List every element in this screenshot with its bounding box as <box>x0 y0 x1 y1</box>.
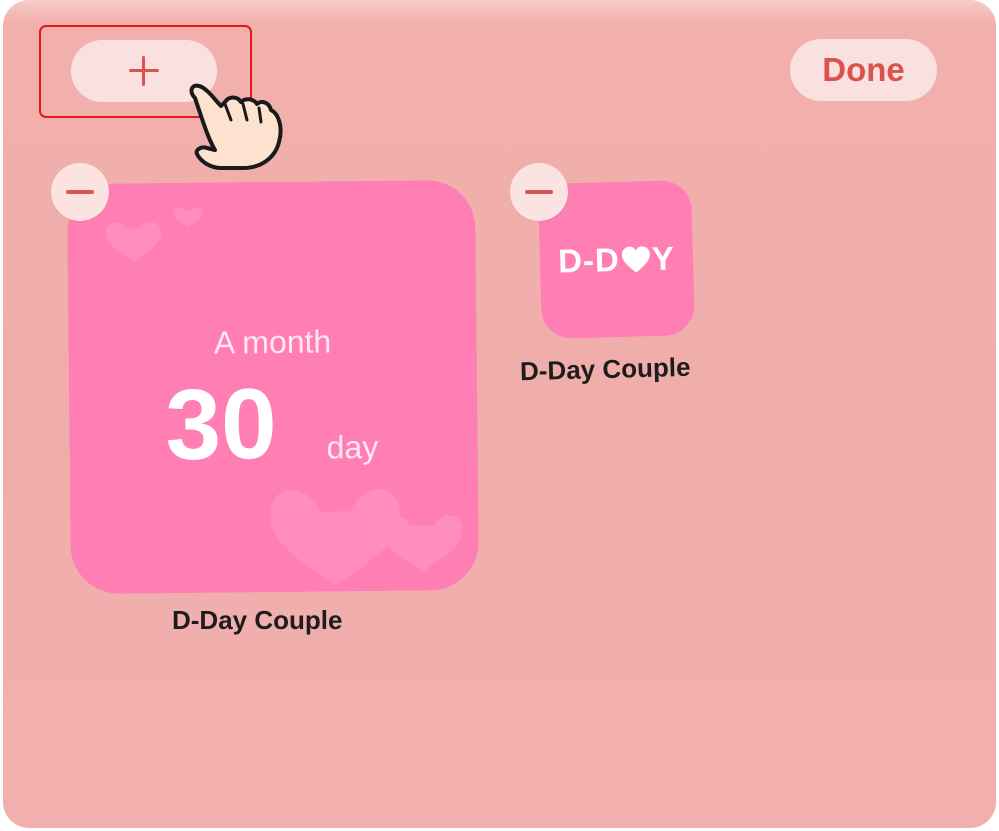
logo-text-left: D-D <box>557 240 621 280</box>
heart-icon <box>621 245 650 272</box>
widget-title: D-Day Couple <box>172 605 343 635</box>
wallpaper-fade <box>3 0 996 22</box>
widget-caption: A month <box>213 323 332 361</box>
home-screen-edit-mode: Done A month 30 day D-Day Couple D-D Y D… <box>3 0 996 828</box>
day-unit: day <box>326 428 379 466</box>
pointing-hand-icon <box>189 83 283 170</box>
logo-text-right: Y <box>651 238 676 277</box>
day-count: 30 <box>164 367 278 482</box>
remove-widget-button[interactable] <box>51 163 109 221</box>
widget-title: D-Day Couple <box>519 351 691 387</box>
widget-dday-couple-large[interactable]: A month 30 day <box>66 179 480 595</box>
done-button[interactable]: Done <box>790 39 937 101</box>
minus-icon <box>525 190 553 194</box>
minus-icon <box>66 190 94 194</box>
dday-logo: D-D Y <box>558 239 676 280</box>
remove-widget-button[interactable] <box>510 163 568 221</box>
